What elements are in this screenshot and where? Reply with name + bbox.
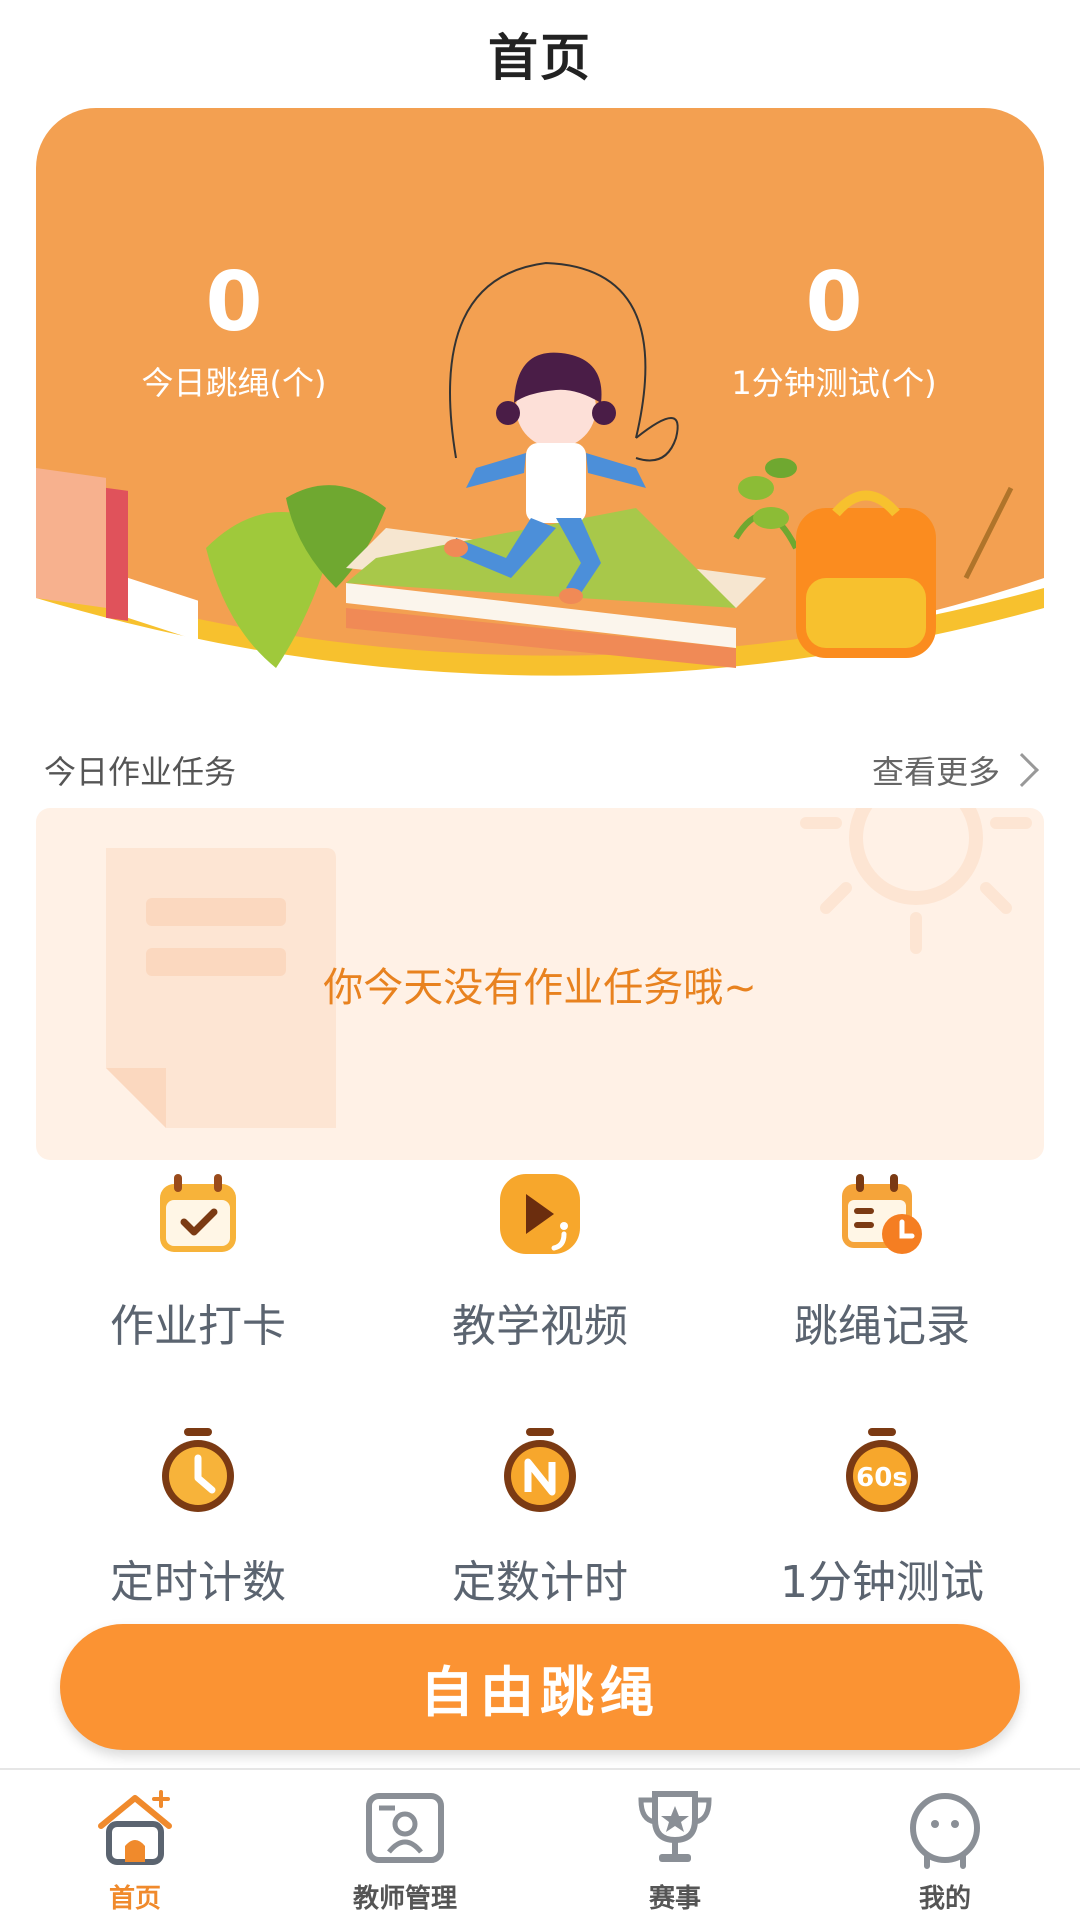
tasks-heading: 今日作业任务: [44, 753, 237, 791]
tab-label: 教师管理: [352, 1884, 457, 1914]
jump-rope-illustration: [36, 261, 1044, 708]
feature-label: 定数计时: [452, 1557, 628, 1608]
view-more-label: 查看更多: [871, 753, 1000, 791]
video-play-icon: [500, 1174, 580, 1254]
stopwatch-n-icon: [504, 1428, 576, 1512]
feature-label: 教学视频: [452, 1301, 628, 1352]
feature-label: 定时计数: [110, 1557, 286, 1608]
svg-text:60s: 60s: [856, 1463, 908, 1493]
feature-jump-records[interactable]: 跳绳记录: [702, 1170, 1062, 1410]
feature-label: 跳绳记录: [794, 1301, 970, 1352]
teacher-icon: [366, 1793, 444, 1863]
tab-label: 首页: [108, 1884, 161, 1914]
today-jumps-stat: 0 今日跳绳(个): [74, 258, 394, 404]
free-jump-button[interactable]: 自由跳绳: [60, 1624, 1020, 1750]
stopwatch-60s-icon: 60s: [846, 1428, 918, 1512]
bottom-tab-bar: 首页 教师管理 赛事 我的: [0, 1768, 1080, 1920]
feature-homework-checkin[interactable]: 作业打卡: [18, 1170, 378, 1410]
task-card: 你今天没有作业任务哦~: [36, 808, 1044, 1160]
tab-teacher-management[interactable]: 教师管理: [270, 1770, 540, 1920]
tab-label: 我的: [918, 1884, 971, 1914]
feature-teaching-video[interactable]: 教学视频: [360, 1170, 720, 1410]
home-icon: [98, 1790, 172, 1865]
tab-home[interactable]: 首页: [0, 1770, 270, 1920]
trophy-icon: [638, 1791, 712, 1862]
tab-profile[interactable]: 我的: [810, 1770, 1080, 1920]
one-minute-test-stat: 0 1分钟测试(个): [674, 258, 994, 404]
page-title: 首页: [488, 29, 592, 87]
today-jumps-label: 今日跳绳(个): [141, 364, 327, 402]
view-more-link[interactable]: 查看更多: [872, 747, 1044, 793]
stopwatch-icon: [162, 1428, 234, 1512]
empty-tasks-message: 你今天没有作业任务哦~: [323, 965, 757, 1011]
tab-label: 赛事: [648, 1884, 701, 1914]
today-jumps-value: 0: [205, 255, 263, 350]
feature-label: 作业打卡: [110, 1301, 286, 1352]
feature-label: 1分钟测试: [780, 1557, 984, 1608]
title-bar: 首页: [0, 0, 1080, 108]
one-minute-test-label: 1分钟测试(个): [731, 364, 937, 402]
tasks-section-header: 今日作业任务 查看更多: [44, 742, 1044, 798]
profile-icon: [910, 1793, 980, 1869]
calendar-check-icon: [160, 1174, 236, 1252]
chevron-right-icon: [1005, 753, 1039, 787]
tab-competitions[interactable]: 赛事: [540, 1770, 810, 1920]
one-minute-test-value: 0: [805, 255, 863, 350]
calendar-clock-icon: [842, 1174, 922, 1254]
hero-banner: 0 今日跳绳(个) 0 1分钟测试(个): [36, 108, 1044, 708]
